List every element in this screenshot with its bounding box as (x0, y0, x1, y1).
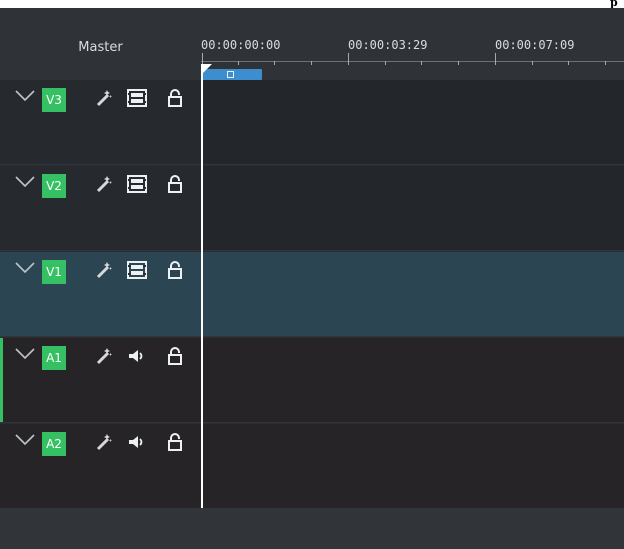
track-tag-a1[interactable]: A1 (42, 346, 66, 370)
track-header-v1[interactable]: V1 (0, 252, 201, 337)
track-tag-v1[interactable]: V1 (42, 260, 66, 284)
timecode-0: 00:00:00:00 (201, 38, 281, 52)
speaker-icon[interactable] (125, 430, 149, 454)
effect-wand-icon[interactable] (92, 430, 116, 454)
ruler-minor-tick (311, 61, 312, 65)
expand-icon[interactable] (14, 432, 36, 446)
effect-wand-icon[interactable] (92, 258, 116, 282)
expand-icon[interactable] (14, 346, 36, 360)
ruler-major-tick (348, 53, 349, 65)
track-tag-a2[interactable]: A2 (42, 432, 66, 456)
track-lane-a1[interactable] (201, 338, 624, 423)
effect-wand-icon[interactable] (92, 172, 116, 196)
ruler-major-tick (495, 53, 496, 65)
zone-handle[interactable] (227, 71, 234, 78)
ruler-minor-tick (458, 61, 459, 65)
master-label[interactable]: Master (0, 40, 201, 55)
speaker-icon[interactable] (125, 344, 149, 368)
ruler-baseline (201, 61, 624, 62)
track-lane-v2[interactable] (201, 166, 624, 251)
timeline-footer (0, 508, 624, 549)
timecode-1: 00:00:03:29 (348, 38, 428, 52)
ruler-minor-tick (532, 61, 533, 65)
expand-icon[interactable] (14, 260, 36, 274)
timecode-2: 00:00:07:09 (495, 38, 575, 52)
track-header-v2[interactable]: V2 (0, 166, 201, 251)
lock-icon[interactable] (163, 172, 187, 196)
lock-icon[interactable] (163, 344, 187, 368)
effect-wand-icon[interactable] (92, 86, 116, 110)
track-tag-v3[interactable]: V3 (42, 88, 66, 112)
ruler-minor-tick (568, 61, 569, 65)
track-header-a2[interactable]: A2 (0, 424, 201, 509)
timeline-ruler[interactable]: 00:00:00:00 00:00:03:29 00:00:07:09 (201, 8, 624, 80)
film-strip-icon[interactable] (125, 172, 149, 196)
ruler-minor-tick (605, 61, 606, 65)
film-strip-icon[interactable] (125, 258, 149, 282)
track-header-a1[interactable]: A1 (0, 338, 201, 423)
lock-icon[interactable] (163, 430, 187, 454)
track-lane-v1[interactable] (201, 252, 624, 337)
ruler-minor-tick (385, 61, 386, 65)
ruler-minor-tick (274, 61, 275, 65)
timeline-header: Master 00:00:00:00 00:00:03:29 00:00:07:… (0, 8, 624, 80)
film-strip-icon[interactable] (125, 86, 149, 110)
track-tag-v2[interactable]: V2 (42, 174, 66, 198)
track-lane-a2[interactable] (201, 424, 624, 509)
expand-icon[interactable] (14, 174, 36, 188)
timeline-panel: p Master 00:00:00:00 00:00:03:29 00:00:0… (0, 0, 624, 549)
ruler-minor-tick (238, 61, 239, 65)
lock-icon[interactable] (163, 86, 187, 110)
track-lane-v3[interactable] (201, 80, 624, 165)
window-top-strip: p (0, 0, 624, 9)
track-header-v3[interactable]: V3 (0, 80, 201, 165)
top-glyph: p (610, 0, 618, 9)
playhead-line[interactable] (201, 64, 203, 508)
effect-wand-icon[interactable] (92, 344, 116, 368)
expand-icon[interactable] (14, 88, 36, 102)
active-audio-indicator (0, 338, 3, 422)
lock-icon[interactable] (163, 258, 187, 282)
ruler-minor-tick (421, 61, 422, 65)
